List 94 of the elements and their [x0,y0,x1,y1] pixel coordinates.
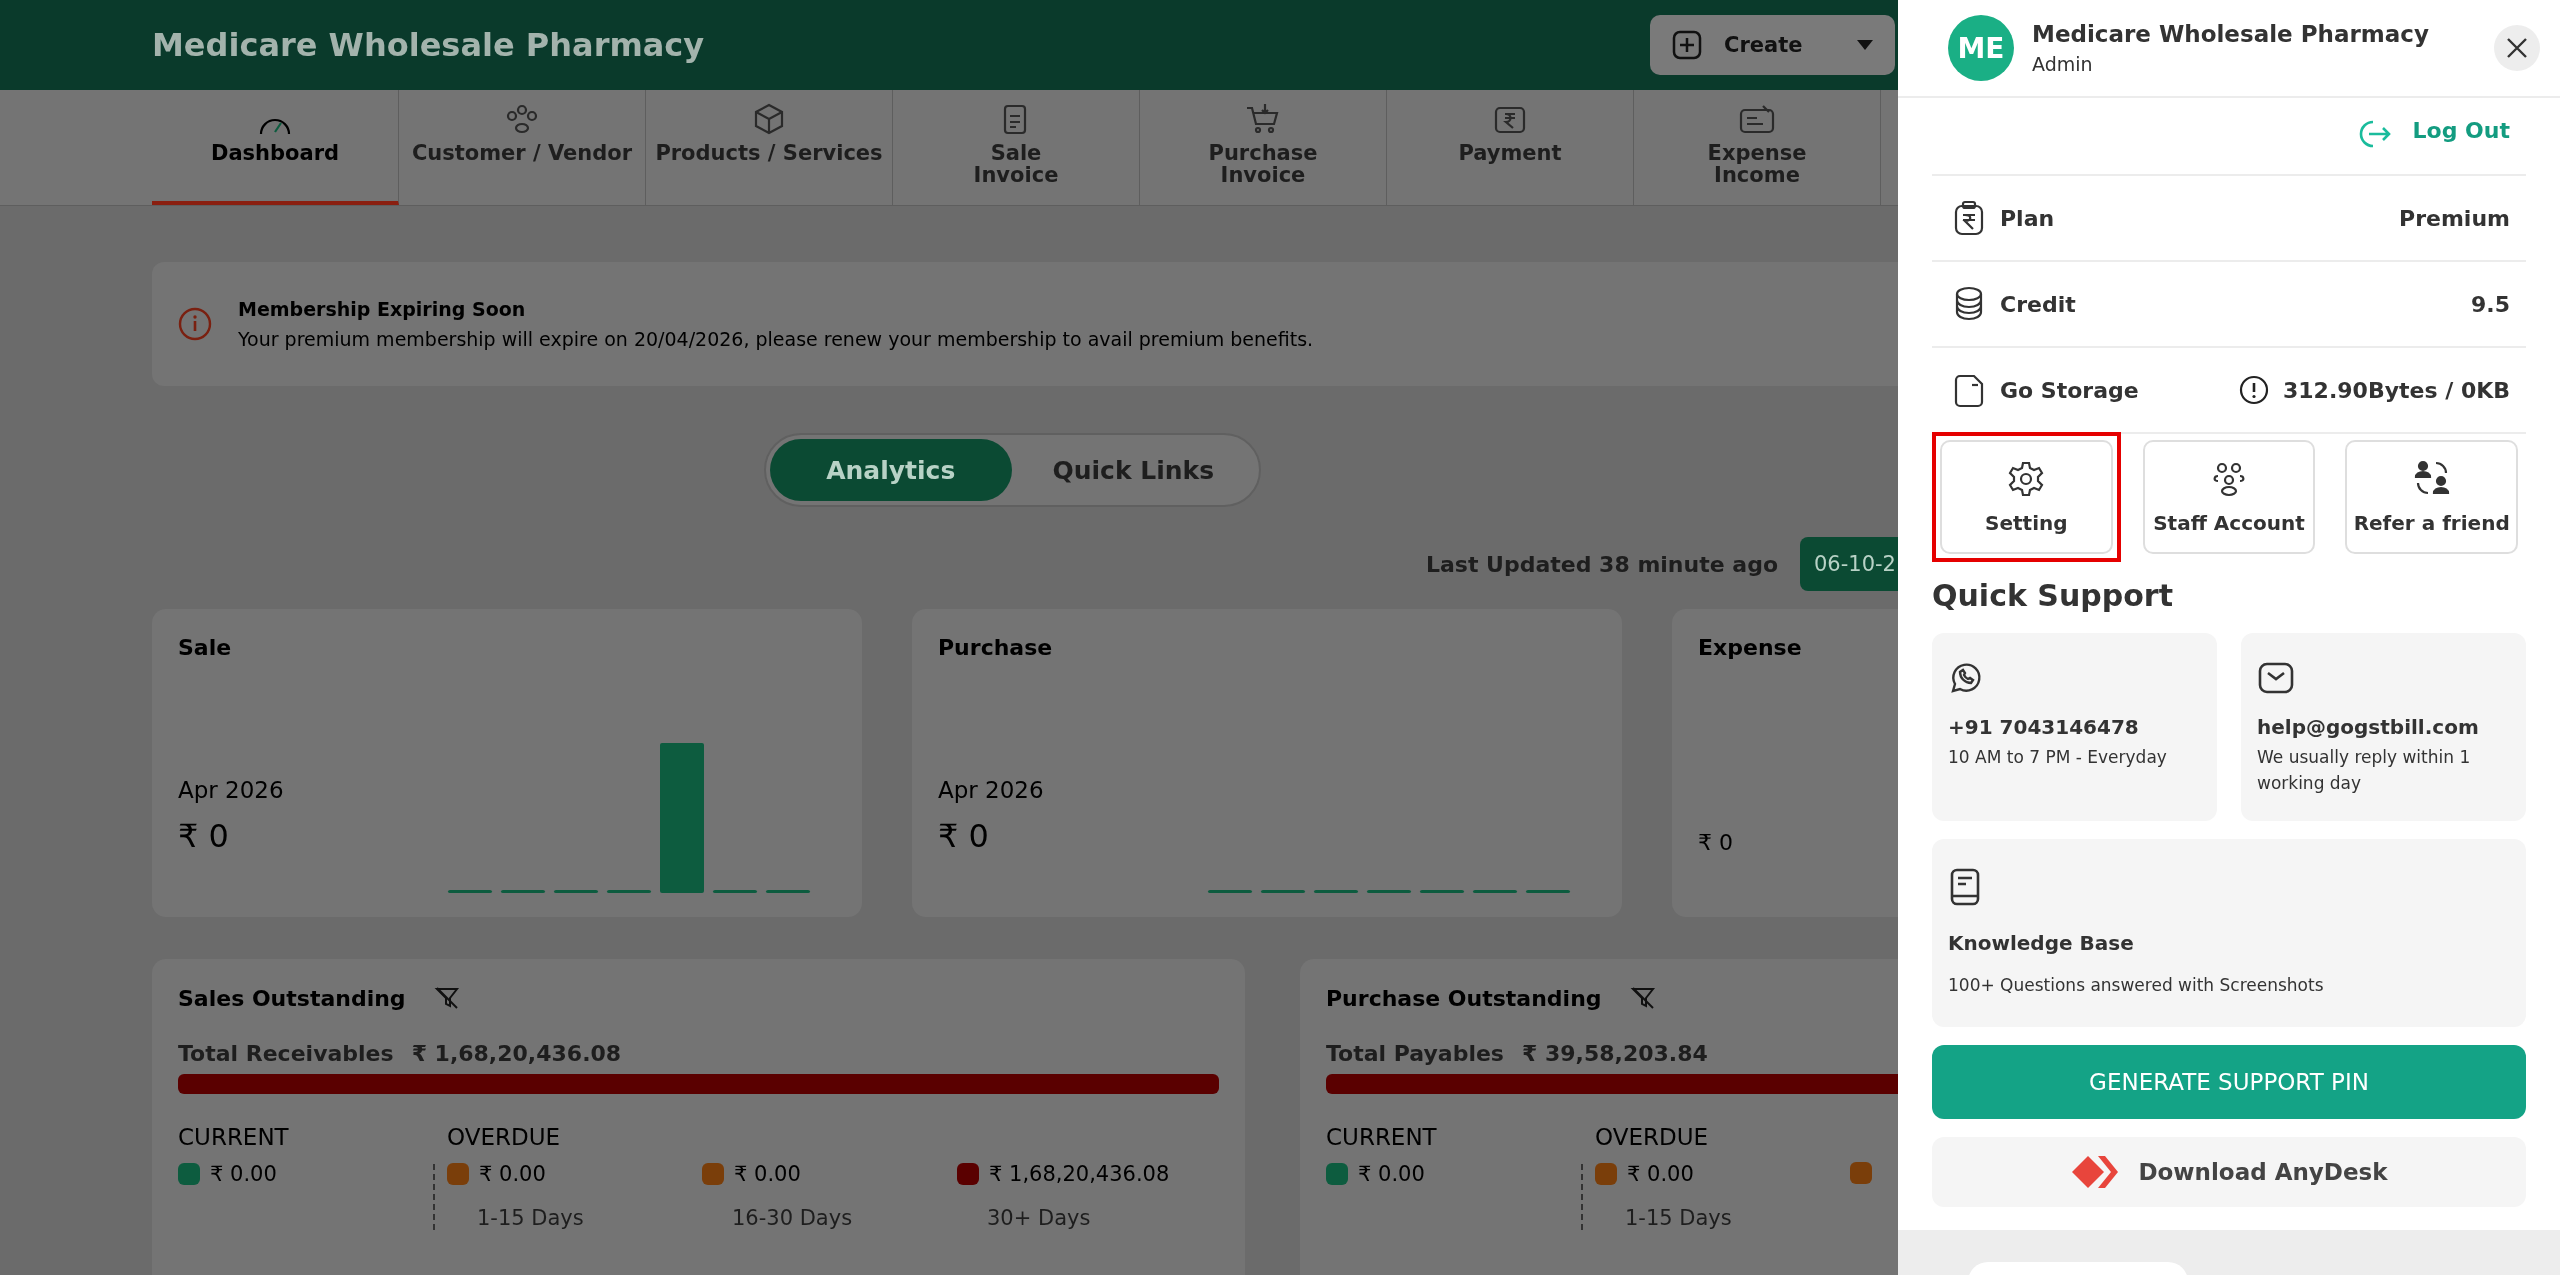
company-title: Medicare Wholesale Pharmacy [152,26,705,64]
chart-bar [1367,890,1411,893]
last-updated-text: Last Updated 38 minute ago [1425,551,1778,577]
contact-title: help@gogstbill.com [2257,715,2479,739]
action-tile[interactable]: Setting [1940,440,2113,554]
avatar: ME [1948,15,2014,81]
filter-off-icon [433,985,460,1011]
alert-icon [2239,375,2269,405]
clipboard-icon [1952,200,1986,236]
close-button[interactable] [2494,25,2540,71]
profile-role: Admin [2032,53,2094,75]
amount-text: ₹ 0.00 [479,1162,546,1186]
knowledge-title: Knowledge Base [1948,931,2134,955]
period-label: 16-30 Days [731,1206,854,1230]
chart-bar [713,890,757,893]
current-heading: CURRENT [1326,1124,1438,1150]
nav-tab[interactable]: Payment [1387,90,1634,205]
banner-message: Your premium membership will expire on 20/04/2026, please renew your membership to avail premium benefits. [238,328,1314,350]
chart-bar [1314,890,1358,893]
nav-tab[interactable]: Expense Income [1634,90,1881,205]
chart-bar [1420,890,1464,893]
diamond-arrow-icon [2070,1154,2119,1190]
gauge-icon [257,118,293,136]
nav-tab[interactable]: Sale Invoice [893,90,1140,205]
contact-subtitle: We usually reply within 1 working day [2257,746,2472,795]
close-icon [2506,37,2528,59]
info-value: 9.5 [2471,291,2510,317]
period-label: 1-15 Days [1624,1206,1733,1230]
total-label: Total Receivables [178,1041,394,1066]
chart-bar [1473,890,1517,893]
overdue-heading: OVERDUE [447,1124,562,1150]
section-heading: Quick Support [1932,578,2174,613]
amount-text: ₹ 1,68,20,436.08 [989,1162,1170,1186]
period-label: 1-15 Days [476,1206,585,1230]
caret-icon [1857,40,1873,50]
total-value: ₹ 1,68,20,436.08 [411,1041,622,1066]
view-tab[interactable]: Analytics [769,439,1012,501]
action-tile[interactable]: Staff Account [2142,440,2316,554]
anydesk-button[interactable]: Download AnyDesk [1932,1137,2526,1207]
plus-icon [1672,30,1702,60]
nav-tab[interactable]: Dashboard [152,90,399,205]
info-label: Plan [2000,205,2056,231]
profile-name: Medicare Wholesale Pharmacy [2032,21,2430,47]
amount-text: ₹ 0.00 [734,1162,801,1186]
knowledge-subtitle: 100+ Questions answered with Screenshots [1948,974,2324,997]
nav-tab[interactable]: Purchase Invoice [1140,90,1387,205]
chart-bar [1526,890,1570,893]
amount-text: ₹ 0.00 [1358,1162,1425,1186]
folder-icon [1952,372,1986,408]
total-value: ₹ 39,58,203.84 [1521,1041,1708,1066]
info-label: Go Storage [2000,377,2140,403]
nav-tab[interactable]: Products / Services [646,90,893,205]
nav-tab[interactable]: Customer / Vendor [399,90,646,205]
chart-bar [607,890,651,893]
card-title: Purchase [938,635,1054,660]
chart-bar [1208,890,1252,893]
period-label: 30+ Days [986,1206,1092,1230]
card-title: Expense [1698,635,1803,660]
info-label: Credit [2000,291,2077,317]
outstanding-title: Purchase Outstanding [1326,985,1602,1011]
logout-link[interactable]: Log Out [2356,118,2510,152]
card-period: Apr 2026 [938,777,1044,803]
card-title: Sale [178,635,233,660]
chart-bar [554,890,598,893]
info-icon [178,307,212,341]
overdue-heading: OVERDUE [1595,1124,1710,1150]
whatsapp-icon [1948,661,1982,695]
support-pin-button[interactable]: GENERATE SUPPORT PIN [1932,1045,2526,1119]
contact-title: +91 7043146478 [1948,715,2139,739]
date-button[interactable]: 06-10-2 [1800,537,1898,591]
card-amount: ₹ 0 [938,817,990,855]
cash-icon [1737,102,1777,136]
filter-off-icon [1629,985,1656,1011]
info-value: Premium [2399,205,2510,231]
view-tab[interactable]: Quick Links [1012,439,1255,501]
chart-bar [501,890,545,893]
chart-bar [448,890,492,893]
amount-text: ₹ 0.00 [210,1162,277,1186]
contact-subtitle: 10 AM to 7 PM - Everyday [1948,746,2167,769]
create-button[interactable]: Create [1650,15,1895,75]
banner-title: Membership Expiring Soon [238,298,527,320]
total-label: Total Payables [1326,1041,1504,1066]
chart-bar [1261,890,1305,893]
outstanding-title: Sales Outstanding [178,985,406,1011]
card-period: Apr 2026 [178,777,284,803]
card-amount: ₹ 0 [178,817,230,855]
action-tile[interactable]: Refer a friend [2345,440,2518,554]
mail-icon [2257,661,2295,695]
chart-bar [766,890,810,893]
current-heading: CURRENT [178,1124,290,1150]
card-amount: ₹ 0 [1698,830,1733,855]
amount-text: ₹ 0.00 [1627,1162,1694,1186]
book-icon [1948,867,1982,907]
info-value: 312.90Bytes / 0KB [2283,377,2510,403]
